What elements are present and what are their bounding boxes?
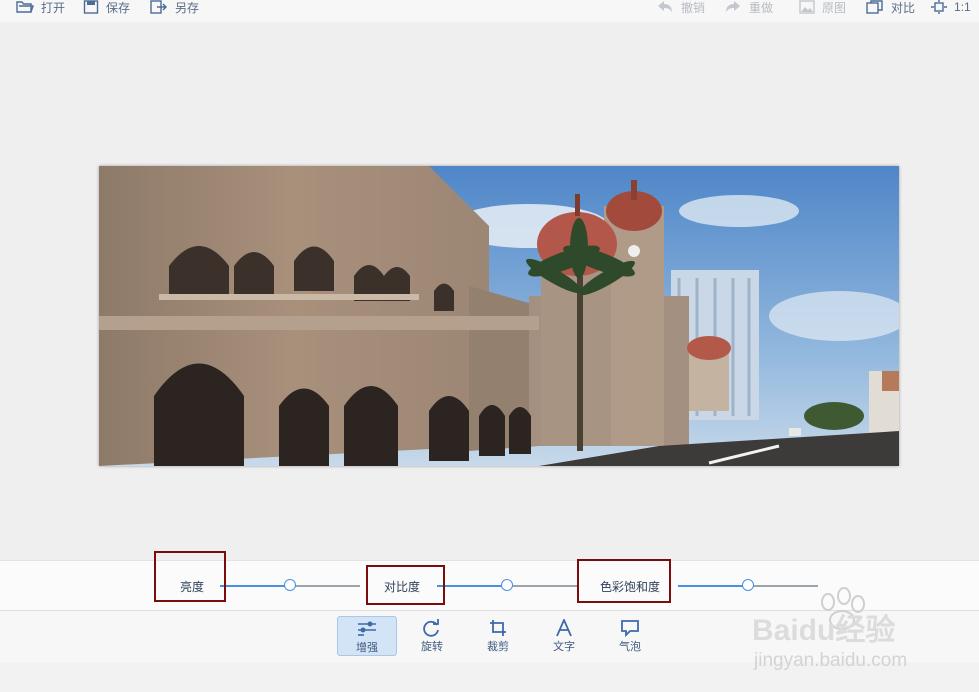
save-as-icon bbox=[150, 0, 167, 14]
zoom-1to1-button[interactable]: 1:1 bbox=[931, 0, 971, 14]
saturation-highlight-box bbox=[577, 559, 671, 603]
tool-enhance[interactable]: 增强 bbox=[337, 616, 397, 656]
tool-bubble[interactable]: 气泡 bbox=[600, 616, 660, 656]
redo-button[interactable]: 重做 bbox=[724, 0, 774, 15]
undo-button[interactable]: 撤销 bbox=[656, 0, 706, 15]
saturation-knob[interactable] bbox=[742, 579, 754, 591]
open-label: 打开 bbox=[41, 0, 66, 15]
folder-open-icon bbox=[16, 1, 34, 13]
original-button[interactable]: 原图 bbox=[799, 0, 847, 15]
saturation-slider[interactable] bbox=[678, 579, 818, 591]
brightness-knob[interactable] bbox=[284, 579, 296, 591]
tool-rotate[interactable]: 旋转 bbox=[402, 616, 462, 656]
bottom-margin bbox=[0, 662, 979, 692]
sliders-icon bbox=[358, 621, 376, 636]
compare-icon bbox=[866, 0, 883, 14]
crop-icon bbox=[490, 620, 506, 636]
text-icon bbox=[556, 619, 572, 637]
tool-bubble-label: 气泡 bbox=[619, 641, 641, 653]
save-icon bbox=[83, 0, 99, 14]
original-label: 原图 bbox=[822, 0, 847, 15]
photo-illustration bbox=[99, 166, 899, 466]
speech-bubble-icon bbox=[621, 620, 639, 637]
compare-label: 对比 bbox=[891, 0, 916, 15]
contrast-slider[interactable] bbox=[437, 579, 577, 591]
saturation-fill bbox=[678, 585, 748, 587]
contrast-fill bbox=[437, 585, 507, 587]
top-toolbar: 打开 保存 另存 撤销 重做 原图 对比 1:1 bbox=[0, 0, 979, 22]
fit-icon bbox=[931, 0, 947, 14]
redo-label: 重做 bbox=[749, 0, 774, 15]
tool-enhance-label: 增强 bbox=[356, 642, 378, 654]
zoom-label: 1:1 bbox=[954, 0, 971, 14]
redo-icon bbox=[726, 1, 740, 12]
save-label: 保存 bbox=[106, 0, 131, 15]
rotate-icon bbox=[423, 619, 439, 637]
undo-icon bbox=[658, 1, 672, 12]
tool-crop-label: 裁剪 bbox=[487, 641, 509, 653]
tool-text-label: 文字 bbox=[553, 641, 575, 653]
open-button[interactable]: 打开 bbox=[16, 0, 66, 15]
save-button[interactable]: 保存 bbox=[83, 0, 131, 15]
brightness-slider[interactable] bbox=[220, 579, 360, 591]
brightness-fill bbox=[220, 585, 290, 587]
edited-photo bbox=[99, 166, 899, 466]
undo-label: 撤销 bbox=[681, 0, 706, 15]
tool-text[interactable]: 文字 bbox=[534, 616, 594, 656]
contrast-knob[interactable] bbox=[501, 579, 513, 591]
tool-crop[interactable]: 裁剪 bbox=[468, 616, 528, 656]
image-icon bbox=[799, 0, 815, 14]
save-as-label: 另存 bbox=[175, 0, 200, 15]
adjust-panel: 亮度 对比度 色彩饱和度 bbox=[0, 560, 979, 611]
tool-bar: 增强 旋转 裁剪 文字 气泡 bbox=[0, 610, 979, 663]
save-as-button[interactable]: 另存 bbox=[150, 0, 200, 15]
image-canvas bbox=[0, 22, 979, 560]
tool-rotate-label: 旋转 bbox=[421, 641, 443, 653]
compare-button[interactable]: 对比 bbox=[866, 0, 916, 15]
brightness-highlight-box bbox=[154, 551, 226, 602]
contrast-highlight-box bbox=[366, 565, 445, 605]
